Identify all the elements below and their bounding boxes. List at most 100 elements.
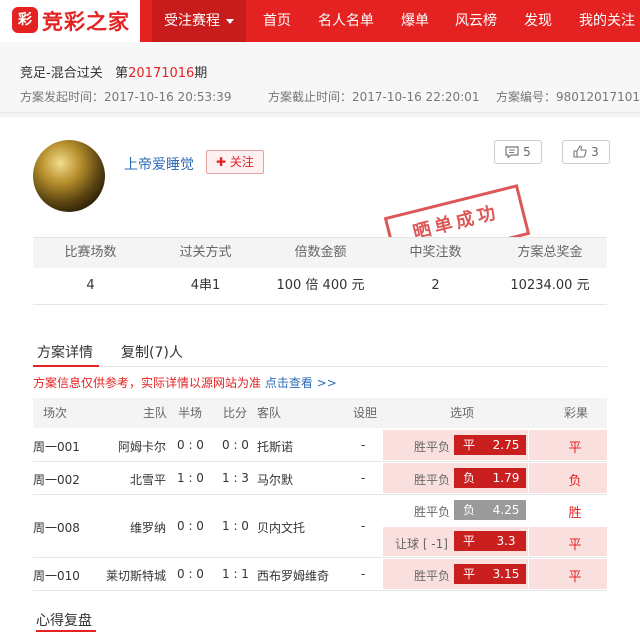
result: 胜: [568, 506, 582, 521]
col-result: 彩果: [564, 406, 589, 420]
thumbs-up-icon: [573, 145, 587, 158]
pick: 平: [462, 534, 475, 548]
section-review-title[interactable]: 心得复盘: [36, 610, 92, 630]
top-nav-bar: 彩 竞彩之家 受注赛程 首页 名人名单 爆单 风云榜 发现 我的关注: [0, 0, 640, 42]
col-banker: 设胆: [353, 406, 378, 420]
banker: -: [361, 567, 366, 581]
away-team: 西布罗姆维奇: [257, 569, 330, 583]
col-option: 选项: [450, 406, 475, 420]
end-time: 方案截止时间：2017-10-16 22:20:01: [268, 90, 480, 104]
result: 负: [568, 474, 582, 489]
nav-schedule[interactable]: 受注赛程: [152, 0, 246, 42]
col-half: 半场: [178, 406, 203, 420]
comment-button[interactable]: 5: [494, 140, 542, 164]
nav-discover[interactable]: 发现: [524, 0, 552, 42]
half-score: 0 : 0: [177, 438, 204, 452]
half-score: 0 : 0: [177, 519, 204, 533]
full-score: 1 : 3: [222, 471, 249, 485]
follow-button[interactable]: ✚ 关注: [206, 150, 264, 174]
nav-celebrities[interactable]: 名人名单: [318, 0, 374, 42]
nav-hot[interactable]: 爆单: [401, 0, 429, 42]
table-row: 周一008 维罗纳 0 : 0 1 : 0 贝内文托 - 胜平负 负 4.25 胜…: [33, 495, 607, 558]
home-team: 莱切斯特城: [105, 569, 166, 583]
summary-header: 比赛场数 过关方式 倍数金额 中奖注数 方案总奖金: [33, 237, 607, 268]
summary-header-cell: 比赛场数: [64, 245, 117, 260]
odds: 1.79: [492, 471, 520, 485]
full-score: 0 : 0: [222, 438, 249, 452]
issue-suffix: 期: [194, 66, 208, 81]
table-row: 周一002 北雪平 1 : 0 1 : 3 马尔默 - 胜平负 负 1.79 负: [33, 462, 607, 495]
away-team: 贝内文托: [257, 521, 306, 535]
half-score: 1 : 0: [177, 471, 204, 485]
issue-number: 20171016: [128, 66, 195, 81]
option-type: 胜平负: [414, 505, 451, 519]
like-count: 3: [591, 145, 599, 159]
away-team: 马尔默: [257, 473, 294, 487]
summary-header-cell: 过关方式: [179, 245, 232, 260]
avatar[interactable]: [33, 140, 105, 212]
option-type: 让球 [ -1]: [395, 537, 448, 551]
follow-label: 关注: [229, 155, 254, 169]
half-score: 0 : 0: [177, 567, 204, 581]
issue-prefix: 第: [115, 66, 129, 81]
pick: 平: [462, 438, 475, 452]
away-team: 托斯诺: [257, 440, 294, 454]
banker: -: [361, 438, 366, 452]
plan-title: 竞足-混合过关 第20171016期: [20, 62, 207, 81]
odds: 3.3: [496, 534, 516, 548]
option-type: 胜平负: [414, 473, 451, 487]
result: 平: [568, 538, 582, 553]
summary-header-cell: 方案总奖金: [517, 245, 583, 260]
pick-badge: 平 3.15: [454, 564, 526, 584]
col-score: 比分: [223, 406, 248, 420]
banker: -: [361, 519, 366, 533]
col-away: 客队: [257, 406, 282, 420]
option-type: 胜平负: [414, 440, 451, 454]
winning-bets: 2: [431, 278, 440, 293]
table-row: 周一001 阿姆卡尔 0 : 0 0 : 0 托斯诺 - 胜平负 平 2.75 平: [33, 429, 607, 462]
like-button[interactable]: 3: [562, 140, 610, 164]
summary-header-cell: 中奖注数: [409, 245, 462, 260]
tab-plan-details[interactable]: 方案详情: [37, 342, 93, 362]
logo-text: 竞彩之家: [42, 10, 130, 34]
plan-type: 竞足-混合过关: [20, 66, 103, 81]
pick: 负: [462, 471, 475, 485]
col-no: 场次: [43, 406, 68, 420]
site-logo[interactable]: 彩 竞彩之家: [0, 0, 140, 42]
nav-rankings[interactable]: 风云榜: [455, 0, 497, 42]
start-time: 方案发起时间：2017-10-16 20:53:39: [20, 90, 232, 104]
odds: 2.75: [492, 438, 520, 452]
total-prize: 10234.00 元: [510, 278, 590, 293]
full-score: 1 : 0: [222, 519, 249, 533]
parlay-type: 4串1: [190, 278, 221, 293]
banker: -: [361, 471, 366, 485]
notice-text: 方案信息仅供参考，实际详情以源网站为准: [33, 376, 262, 390]
home-team: 维罗纳: [129, 521, 166, 535]
active-tab-indicator: [33, 365, 99, 367]
summary-header-cell: 倍数金额: [294, 245, 347, 260]
pick: 负: [462, 503, 475, 517]
tab-copy[interactable]: 复制(7)人: [121, 342, 183, 362]
notice: 方案信息仅供参考，实际详情以源网站为准 点击查看 >>: [33, 374, 337, 391]
plus-icon: ✚: [216, 155, 230, 169]
notice-link[interactable]: 点击查看 >>: [265, 376, 337, 390]
pick-badge: 负 1.79: [454, 468, 526, 488]
match-count: 4: [86, 278, 95, 293]
col-home: 主队: [143, 406, 168, 420]
pick-badge: 平 2.75: [454, 435, 526, 455]
username[interactable]: 上帝爱睡觉: [124, 154, 194, 174]
option-type: 胜平负: [414, 569, 451, 583]
pick-badge: 平 3.3: [454, 531, 526, 551]
nav-my-follow[interactable]: 我的关注: [579, 0, 635, 42]
odds: 4.25: [492, 503, 520, 517]
odds: 3.15: [492, 567, 520, 581]
plan-info-strip: 竞足-混合过关 第20171016期 方案发起时间：2017-10-16 20:…: [0, 42, 640, 113]
result: 平: [568, 570, 582, 585]
plan-id: 方案编号：980120171016: [496, 90, 640, 104]
full-score: 1 : 1: [222, 567, 249, 581]
section-underline: [36, 630, 96, 632]
match-table-header: 场次 主队 半场 比分 客队 设胆 选项 彩果: [33, 398, 607, 428]
nav-schedule-label: 受注赛程: [164, 13, 220, 29]
chevron-down-icon: [226, 18, 234, 24]
nav-home[interactable]: 首页: [263, 0, 291, 42]
